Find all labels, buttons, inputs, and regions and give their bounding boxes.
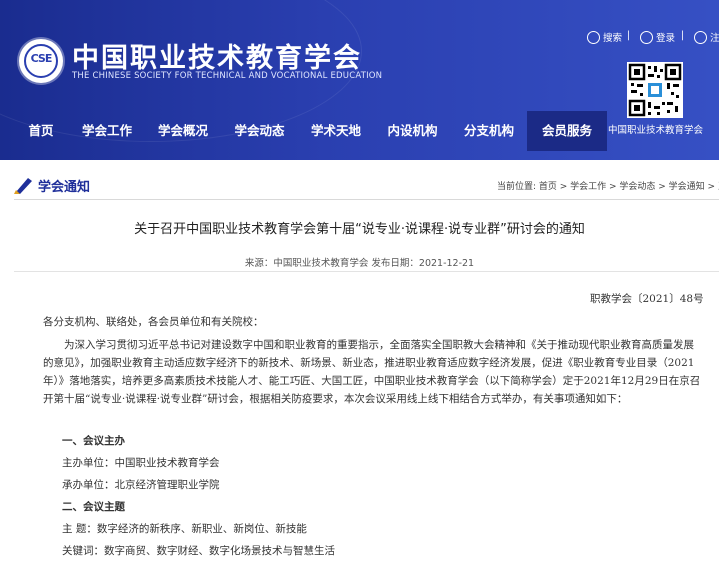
register-link[interactable]: 注	[694, 30, 719, 44]
pen-icon	[14, 178, 32, 194]
register-label: 注	[710, 33, 719, 44]
search-icon	[587, 30, 600, 44]
qr-code-icon	[628, 63, 682, 117]
logo-letters: CSE	[30, 52, 53, 65]
qr-code-image	[627, 62, 683, 118]
nav-item-work[interactable]: 学会工作	[69, 111, 145, 151]
salutation: 各分支机构、联络处，各会员单位和有关院校：	[43, 316, 264, 328]
nav-item-academic[interactable]: 学术天地	[298, 111, 374, 151]
section-heading-theme: 二、会议主题	[62, 501, 125, 513]
theme-line: 主 题：数字经济的新秩序、新职业、新岗位、新技能	[62, 523, 307, 535]
nav-item-home[interactable]: 首页	[13, 111, 69, 151]
keywords-line: 关键词：数字商贸、数字财经、数字化场景技术与智慧生活	[62, 545, 335, 557]
utility-separator: |	[681, 30, 685, 41]
login-label: 登录	[656, 33, 676, 44]
nav-item-news[interactable]: 学会动态	[221, 111, 298, 151]
section-header: 学会通知 当前位置: 首页 > 学会工作 > 学会动态 > 学会通知 > 正文	[14, 171, 719, 200]
nav-society-link[interactable]: 中国职业技术教育学会	[608, 111, 703, 151]
check-circle-icon	[694, 30, 707, 44]
login-link[interactable]: 登录	[640, 30, 675, 44]
host-line: 主办单位：中国职业技术教育学会	[62, 457, 220, 469]
breadcrumb[interactable]: 当前位置: 首页 > 学会工作 > 学会动态 > 学会通知 > 正文	[497, 179, 719, 192]
article-title: 关于召开中国职业技术教育学会第十届“说专业·说课程·说专业群”研讨会的通知	[134, 222, 585, 237]
society-logo[interactable]: CSE	[19, 39, 63, 83]
article-meta: 来源：中国职业技术教育学会 发布日期：2021-12-21	[244, 258, 475, 269]
site-subtitle: THE CHINESE SOCIETY FOR TECHNICAL AND VO…	[72, 71, 383, 81]
nav-item-overview[interactable]: 学会概况	[145, 111, 221, 151]
main-nav: 首页 学会工作 学会概况 学会动态 学术天地 内设机构 分支机构 会员服务	[13, 111, 607, 151]
nav-item-member-services[interactable]: 会员服务	[527, 111, 607, 151]
organizer-line: 承办单位：北京经济管理职业学院	[62, 479, 220, 491]
nav-item-branches[interactable]: 分支机构	[451, 111, 527, 151]
search-label: 搜索	[603, 33, 623, 44]
intro-paragraph: 为深入学习贯彻习近平总书记对建设数字中国和职业教育的重要指示，全面落实全国职教大…	[43, 339, 701, 405]
section-title: 学会通知	[38, 180, 91, 195]
utility-separator: |	[627, 30, 631, 41]
user-icon	[640, 30, 653, 44]
search-link[interactable]: 搜索	[587, 30, 622, 44]
section-heading-host: 一、会议主办	[62, 435, 125, 447]
divider	[14, 271, 719, 272]
nav-item-departments[interactable]: 内设机构	[374, 111, 451, 151]
site-title[interactable]: 中国职业技术教育学会	[72, 36, 362, 75]
document-number: 职教学会〔2021〕48号	[590, 293, 704, 305]
